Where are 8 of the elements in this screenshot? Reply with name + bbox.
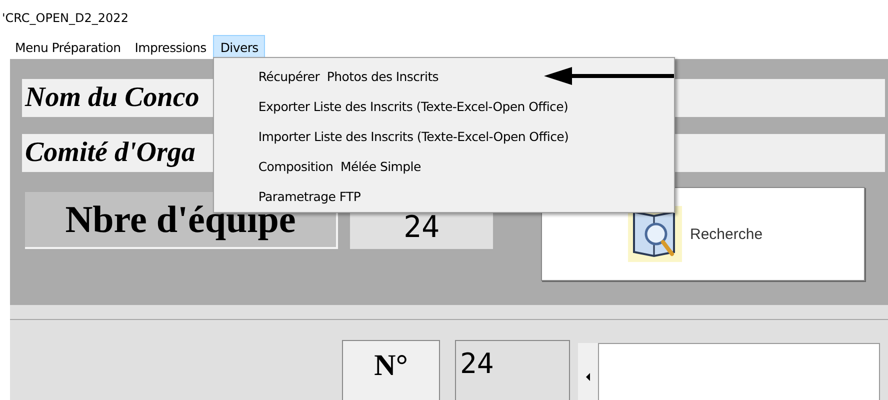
window-title: 'CRC_OPEN_D2_2022 <box>2 10 128 24</box>
menu-item[interactable]: Menu Préparation <box>8 35 128 59</box>
number-label: N° <box>342 340 440 400</box>
left-arrow-icon <box>586 372 590 380</box>
number-value: 24 <box>455 340 570 400</box>
menu-item[interactable]: Impressions <box>128 35 214 59</box>
text-field[interactable] <box>598 343 880 400</box>
menu-item[interactable]: Divers <box>213 35 266 59</box>
